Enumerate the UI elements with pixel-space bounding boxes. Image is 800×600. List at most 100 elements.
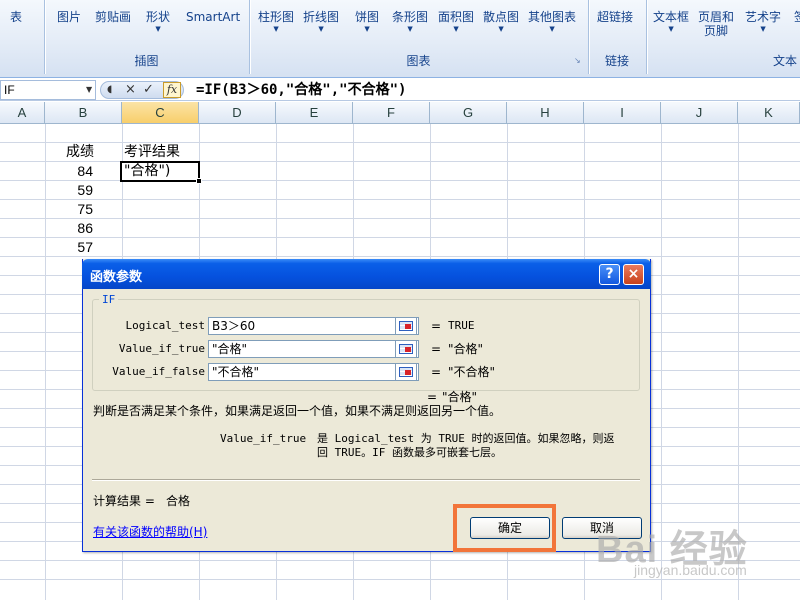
dialog-launcher-icon[interactable]: ↘: [574, 56, 584, 66]
arg-equals: =: [431, 319, 442, 333]
fill-handle[interactable]: [196, 178, 202, 184]
formula-bar: IF ▼ ◖ × ✓ fx =IF(B3＞60,"合格","不合格"): [0, 79, 800, 101]
arg-help-line2: 回 TRUE。IF 函数最多可嵌套七层。: [317, 446, 502, 459]
pie-chart-icon: [355, 0, 379, 10]
dropdown-arrow-icon: ▼: [668, 25, 674, 33]
collapse-dialog-icon[interactable]: [395, 363, 417, 381]
column-header-i[interactable]: I: [584, 102, 661, 124]
table-button[interactable]: 表: [4, 0, 28, 52]
dropdown-arrow-icon: ▼: [453, 25, 459, 33]
other-charts-icon: [540, 0, 564, 10]
insert-function-button[interactable]: fx: [163, 82, 181, 98]
dropdown-arrow-icon: ▼: [364, 25, 370, 33]
column-header-h[interactable]: H: [507, 102, 584, 124]
column-header-f[interactable]: F: [353, 102, 430, 124]
logical-test-input[interactable]: B3＞60: [208, 317, 419, 335]
grid-line: [0, 256, 800, 257]
arg-label-logical-test: Logical_test: [125, 319, 205, 332]
dialog-divider: [92, 479, 640, 480]
hyperlink-icon: [603, 0, 627, 10]
signature-icon: [788, 0, 800, 10]
group-title-illustrations: 插图: [134, 54, 159, 68]
column-header-d[interactable]: D: [199, 102, 276, 124]
ribbon: 表 图片 剪贴画 形状 ▼ SmartArt 插图 柱形图 ▼ 折线图 ▼ 饼图 ▼ 条…: [0, 0, 800, 78]
arg-equals: =: [431, 342, 442, 356]
collapse-dialog-icon[interactable]: [395, 317, 417, 335]
formula-bar-toggle-icon[interactable]: ◖: [107, 82, 112, 98]
function-name-label: IF: [99, 293, 119, 306]
column-header-j[interactable]: J: [661, 102, 738, 124]
cell-b5[interactable]: 75: [45, 200, 93, 219]
value-if-true-input[interactable]: "合格": [208, 340, 419, 358]
dropdown-arrow-icon: ▼: [155, 25, 161, 33]
column-header-g[interactable]: G: [430, 102, 507, 124]
dropdown-arrow-icon: ▼: [549, 25, 555, 33]
value-if-false-input[interactable]: "不合格": [208, 363, 419, 381]
cell-b4[interactable]: 59: [45, 181, 93, 200]
area-chart-button[interactable]: 面积图 ▼: [438, 0, 474, 52]
cell-b6[interactable]: 86: [45, 219, 93, 238]
column-header-e[interactable]: E: [276, 102, 353, 124]
dialog-title: 函数参数: [90, 270, 143, 285]
name-box[interactable]: IF: [0, 80, 96, 100]
grid-line: [0, 199, 800, 200]
arg-label-value-if-true: Value_if_true: [118, 342, 205, 355]
scatter-chart-button[interactable]: 散点图 ▼: [483, 0, 519, 52]
function-help-link[interactable]: 有关该函数的帮助(H): [93, 523, 207, 540]
dialog-body: IF Logical_test B3＞60 = TRUE Value_if_tr…: [86, 289, 648, 549]
watermark: Bai 经验 jingyan.baidu.com: [596, 518, 796, 598]
grid-line: [0, 237, 800, 238]
dropdown-arrow-icon: ▼: [318, 25, 324, 33]
column-chart-button[interactable]: 柱形图 ▼: [258, 0, 294, 52]
formula-input[interactable]: =IF(B3＞60,"合格","不合格"): [196, 80, 406, 100]
grid-line: [0, 142, 800, 143]
close-button[interactable]: ×: [623, 264, 644, 285]
smartart-button[interactable]: SmartArt: [186, 0, 240, 52]
cell-b7[interactable]: 57: [45, 238, 93, 257]
dropdown-arrow-icon: ▼: [498, 25, 504, 33]
dropdown-arrow-icon: ▼: [407, 25, 413, 33]
arg-result-value-if-true: "合格": [448, 342, 484, 356]
wordart-button[interactable]: 艺术字 ▼: [745, 0, 781, 52]
column-header-k[interactable]: K: [738, 102, 800, 124]
bar-chart-button[interactable]: 条形图 ▼: [392, 0, 428, 52]
column-header-b[interactable]: B: [45, 102, 122, 124]
other-charts-button[interactable]: 其他图表 ▼: [528, 0, 576, 52]
cancel-formula-button[interactable]: ×: [125, 82, 136, 98]
pie-chart-button[interactable]: 饼图 ▼: [355, 0, 379, 52]
column-header-a[interactable]: A: [0, 102, 45, 124]
collapse-dialog-icon[interactable]: [395, 340, 417, 358]
column-header-c[interactable]: C: [122, 102, 199, 124]
enter-formula-button[interactable]: ✓: [143, 82, 154, 98]
picture-button[interactable]: 图片: [57, 0, 81, 52]
cell-b2[interactable]: 成绩: [66, 143, 94, 162]
arg-result-logical-test: TRUE: [448, 319, 475, 332]
arg-result-value-if-false: "不合格": [448, 365, 496, 379]
shapes-button[interactable]: 形状 ▼: [146, 0, 170, 52]
ok-button-highlight: [453, 504, 556, 552]
name-box-dropdown-icon[interactable]: ▼: [86, 85, 92, 94]
clipart-button[interactable]: 剪贴画: [95, 0, 131, 52]
hyperlink-button[interactable]: 超链接: [597, 0, 633, 52]
cell-c2[interactable]: 考评结果: [124, 143, 180, 162]
wordart-icon: [751, 0, 775, 10]
textbox-button[interactable]: 文本框 ▼: [653, 0, 689, 52]
scatter-chart-icon: [489, 0, 513, 10]
header-footer-icon: [704, 0, 728, 10]
dropdown-arrow-icon: ▼: [760, 25, 766, 33]
active-cell-c3[interactable]: "合格"): [120, 161, 200, 182]
signature-button[interactable]: 签: [788, 0, 800, 52]
dialog-titlebar[interactable]: 函数参数 ? ×: [82, 259, 651, 289]
cell-b3[interactable]: 84: [45, 162, 93, 181]
calc-result-value: 合格: [166, 494, 191, 508]
bar-chart-icon: [398, 0, 422, 10]
group-title-charts: 图表: [406, 54, 431, 68]
shapes-icon: [146, 0, 170, 10]
group-title-links: 链接: [604, 54, 629, 68]
textbox-icon: [659, 0, 683, 10]
header-footer-button[interactable]: 页眉和 页脚: [698, 0, 734, 52]
help-button[interactable]: ?: [599, 264, 620, 285]
picture-icon: [57, 0, 81, 10]
line-chart-button[interactable]: 折线图 ▼: [303, 0, 339, 52]
smartart-icon: [201, 0, 225, 10]
